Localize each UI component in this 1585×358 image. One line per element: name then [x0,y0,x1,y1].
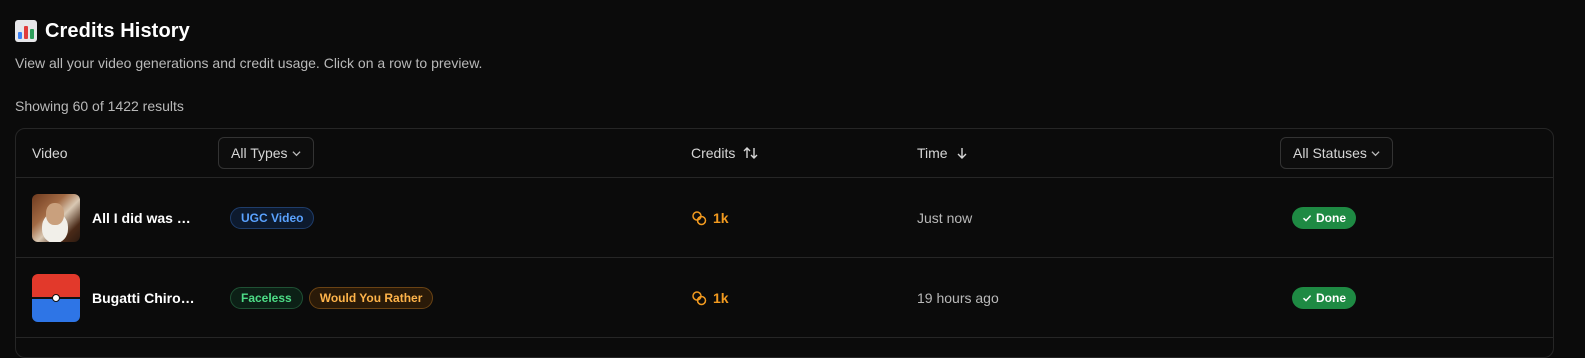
status-badge: Done [1292,206,1356,229]
page-header: Credits History [15,18,1570,44]
credits-cell: 1k [691,258,729,337]
types-filter-dropdown[interactable]: All Types [218,137,314,169]
video-title: Bugatti Chiron ... [92,289,200,306]
check-icon [1302,294,1312,302]
video-title: All I did was wr... [92,209,200,226]
table-row[interactable]: Bugatti Chiron ... Faceless Would You Ra… [16,258,1553,338]
column-credits[interactable]: Credits [691,129,759,177]
video-thumbnail [32,273,80,322]
sort-both-icon[interactable] [743,146,759,160]
coins-icon [692,290,707,305]
credits-value: 1k [713,289,729,306]
credits-value: 1k [713,209,729,226]
sort-desc-icon[interactable] [956,146,968,160]
time-value: 19 hours ago [917,289,999,306]
video-thumbnail [32,193,80,242]
credits-history-page: Credits History View all your video gene… [0,0,1585,114]
status-filter-dropdown[interactable]: All Statuses [1280,137,1393,169]
time-cell: Just now [917,178,972,257]
page-title: Credits History [45,19,190,42]
status-cell: Done [1292,178,1356,257]
coins-icon [692,210,707,225]
credits-table: Video All Types Credits Time All Statuse… [15,128,1554,358]
type-tag: Would You Rather [308,286,434,309]
table-header: Video All Types Credits Time All Statuse… [16,129,1553,178]
types-filter-cell: All Types [218,129,314,177]
status-cell: Done [1292,258,1356,337]
column-video: Video [32,145,68,161]
chevron-down-icon [1371,150,1380,156]
status-filter-cell: All Statuses [1280,129,1393,177]
page-subtitle: View all your video generations and cred… [15,55,483,71]
column-time[interactable]: Time [917,129,968,177]
check-icon [1302,214,1312,222]
type-tags: UGC Video [230,178,320,257]
type-tag: Faceless [230,286,303,309]
status-badge: Done [1292,286,1356,309]
video-cell: Bugatti Chiron ... [32,258,200,337]
video-cell: All I did was wr... [32,178,200,257]
credits-cell: 1k [691,178,729,257]
chevron-down-icon [292,150,301,156]
table-row[interactable]: All I did was wr... UGC Video 1k Just no… [16,178,1553,258]
time-value: Just now [917,209,973,226]
time-cell: 19 hours ago [917,258,999,337]
results-count: Showing 60 of 1422 results [15,98,184,114]
bar-chart-icon [15,20,37,42]
type-tag: UGC Video [230,206,315,229]
type-tags: Faceless Would You Rather [230,258,439,337]
